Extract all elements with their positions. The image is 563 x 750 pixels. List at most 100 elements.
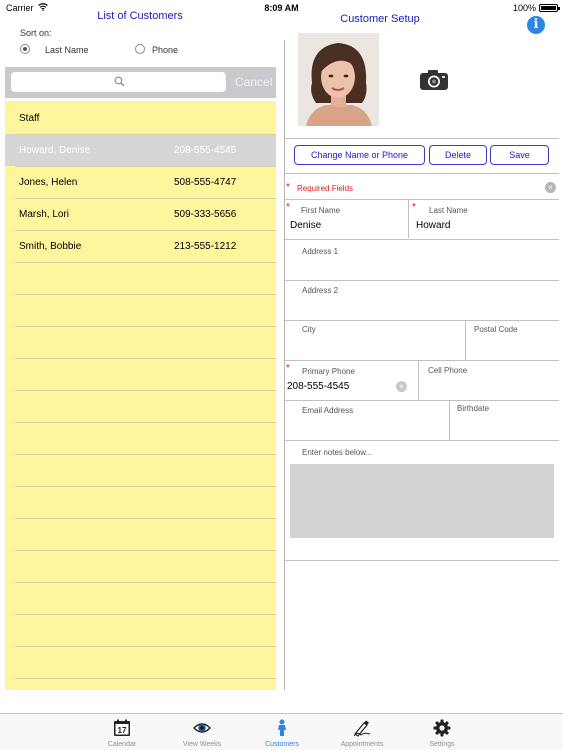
birthdate-label: Birthdate xyxy=(457,404,490,413)
cell-phone-label: Cell Phone xyxy=(428,366,468,375)
divider xyxy=(285,440,559,441)
customer-photo[interactable] xyxy=(298,33,379,126)
list-separator xyxy=(15,614,276,615)
tab-label: Appointments xyxy=(340,741,384,748)
address1-label: Address 1 xyxy=(302,247,339,256)
first-name-field[interactable]: First Name Denise xyxy=(285,200,408,238)
customer-name: Staff xyxy=(19,113,40,124)
list-separator xyxy=(15,294,276,295)
tab-settings[interactable]: Settings xyxy=(407,714,477,750)
tab-label: Calendar xyxy=(107,741,137,748)
customer-phone: 208-555-4545 xyxy=(174,145,237,156)
list-separator xyxy=(15,166,276,167)
notes-textarea[interactable] xyxy=(290,464,554,538)
sort-label: Sort on: xyxy=(20,28,52,38)
customer-phone: 509-333-5656 xyxy=(174,209,237,220)
email-label: Email Address xyxy=(302,406,354,415)
required-star-icon: * xyxy=(286,182,290,193)
battery-percent: 100% xyxy=(512,3,536,13)
list-separator xyxy=(15,454,276,455)
customer-list: Staff Howard, Denise 208-555-4545 Jones,… xyxy=(5,101,276,690)
primary-phone-label: Primary Phone xyxy=(302,367,355,376)
customer-name: Howard, Denise xyxy=(19,145,91,156)
list-item[interactable]: Smith, Bobbie 213-555-1212 xyxy=(5,230,276,262)
list-separator xyxy=(15,518,276,519)
primary-phone-value: 208-555-4545 xyxy=(287,381,350,392)
sort-phone-radio[interactable] xyxy=(135,44,145,54)
list-item[interactable]: Marsh, Lori 509-333-5656 xyxy=(5,198,276,230)
customer-name: Smith, Bobbie xyxy=(19,241,82,252)
calendar-badge: 17 xyxy=(118,726,127,735)
email-field[interactable]: Email Address xyxy=(285,401,448,439)
divider xyxy=(285,173,559,174)
info-icon[interactable]: i xyxy=(527,16,545,34)
list-separator xyxy=(15,422,276,423)
tab-bar: 17 Calendar View Weeks Customers Appoint… xyxy=(0,713,563,750)
eye-icon xyxy=(193,723,211,733)
customer-phone: 508-555-4747 xyxy=(174,177,237,188)
list-separator xyxy=(15,646,276,647)
tab-calendar[interactable]: 17 Calendar xyxy=(87,714,157,750)
tab-label: Settings xyxy=(429,741,455,748)
customer-phone: 213-555-1212 xyxy=(174,241,237,252)
first-name-value: Denise xyxy=(290,220,322,231)
sort-last-name-radio[interactable] xyxy=(20,44,30,54)
list-separator xyxy=(15,582,276,583)
list-separator xyxy=(15,390,276,391)
first-name-label: First Name xyxy=(301,206,341,215)
sort-last-name-label[interactable]: Last Name xyxy=(45,45,89,55)
search-cancel-button[interactable]: Cancel xyxy=(235,75,272,89)
divider xyxy=(285,138,559,139)
postal-code-label: Postal Code xyxy=(474,325,518,334)
tab-view-weeks[interactable]: View Weeks xyxy=(167,714,237,750)
calendar-icon: 17 xyxy=(114,719,130,736)
postal-code-field[interactable]: Postal Code xyxy=(466,321,559,359)
customer-name: Jones, Helen xyxy=(19,177,78,188)
delete-button[interactable]: Delete xyxy=(429,145,487,165)
search-bar: Cancel xyxy=(5,67,276,98)
list-item[interactable]: Jones, Helen 508-555-4747 xyxy=(5,166,276,198)
list-separator xyxy=(15,358,276,359)
person-icon xyxy=(278,719,286,736)
customer-list-title: List of Customers xyxy=(97,10,183,22)
save-button[interactable]: Save xyxy=(490,145,549,165)
list-separator xyxy=(15,198,276,199)
tab-customers[interactable]: Customers xyxy=(247,714,317,750)
notes-label: Enter notes below... xyxy=(302,448,373,457)
list-separator xyxy=(15,230,276,231)
address2-label: Address 2 xyxy=(302,286,339,295)
tab-appointments[interactable]: Appointments xyxy=(327,714,397,750)
city-label: City xyxy=(302,325,316,334)
list-separator xyxy=(15,678,276,679)
address2-field[interactable]: Address 2 xyxy=(285,281,559,319)
last-name-field[interactable]: Last Name Howard xyxy=(409,200,559,238)
battery-icon xyxy=(539,4,560,12)
change-name-or-phone-button[interactable]: Change Name or Phone xyxy=(294,145,425,165)
clear-icon[interactable]: × xyxy=(545,182,556,193)
list-separator xyxy=(15,486,276,487)
gear-icon xyxy=(433,719,451,737)
clear-phone-icon[interactable]: × xyxy=(396,381,407,392)
address1-field[interactable]: Address 1 xyxy=(285,240,559,279)
cell-phone-field[interactable]: Cell Phone xyxy=(419,361,559,399)
customer-name: Marsh, Lori xyxy=(19,209,70,220)
required-fields-note: Required Fields xyxy=(297,184,354,193)
city-field[interactable]: City xyxy=(285,321,465,359)
last-name-label: Last Name xyxy=(429,206,468,215)
divider xyxy=(285,560,559,561)
search-input[interactable] xyxy=(11,72,226,92)
birthdate-field[interactable]: Birthdate xyxy=(450,401,559,439)
tab-label: View Weeks xyxy=(182,741,222,748)
last-name-value: Howard xyxy=(416,220,451,231)
pen-icon xyxy=(353,720,371,737)
camera-icon[interactable] xyxy=(419,69,449,91)
list-item[interactable]: Staff xyxy=(5,102,276,134)
primary-phone-field[interactable]: Primary Phone 208-555-4545 xyxy=(285,361,418,399)
search-icon xyxy=(114,76,125,87)
sort-phone-label[interactable]: Phone xyxy=(152,45,178,55)
list-separator xyxy=(15,134,276,135)
list-separator xyxy=(15,326,276,327)
list-separator xyxy=(15,262,276,263)
list-item-selected[interactable]: Howard, Denise 208-555-4545 xyxy=(5,134,276,166)
list-separator xyxy=(15,550,276,551)
